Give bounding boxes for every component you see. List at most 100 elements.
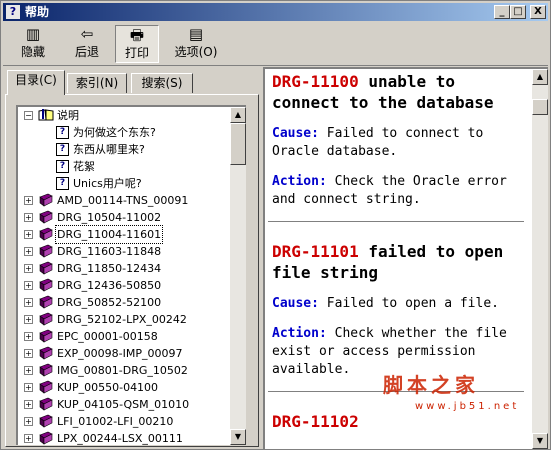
tree-book-item[interactable]: + DRG_11603-11848 [18, 243, 218, 260]
tree-scrollbar[interactable]: ▲ ▼ [230, 107, 246, 445]
scroll-up-icon[interactable]: ▲ [532, 69, 548, 85]
tree-topic-item[interactable]: ? 为何做这个东东? [18, 124, 218, 141]
printer-icon: 🖶 [129, 26, 145, 44]
tree-book-item[interactable]: + DRG_12436-50850 [18, 277, 218, 294]
tab-search[interactable]: 搜索(S) [131, 73, 193, 93]
expand-icon[interactable]: + [24, 230, 33, 239]
expand-icon[interactable]: + [24, 298, 33, 307]
expand-icon[interactable]: + [24, 264, 33, 273]
back-arrow-icon: ⇦ [80, 25, 94, 43]
closed-book-icon [38, 261, 54, 275]
tree-book-label: DRG_11603-11848 [57, 245, 162, 258]
tree-book-item[interactable]: + LPX_00244-LSX_00111 [18, 430, 218, 445]
tree-book-label: DRG_10504-11002 [57, 211, 162, 224]
tree-book-item[interactable]: + DRG_10504-11002 [18, 209, 218, 226]
tab-panel: − 说明? 为何做这个东东? ? 东西从哪里来?? 花絮? Unics用户呢? + AMD_00… [5, 94, 259, 447]
watermark-url: www.jb51.net [415, 401, 520, 412]
hide-label: 隐藏 [20, 45, 45, 59]
minimize-button[interactable]: _ [494, 5, 510, 19]
closed-book-icon [38, 295, 54, 309]
closed-book-icon [38, 329, 54, 343]
closed-book-icon [38, 380, 54, 394]
expand-icon[interactable]: + [24, 366, 33, 375]
expand-icon[interactable]: + [24, 349, 33, 358]
tree-book-item[interactable]: + LFI_01002-LFI_00210 [18, 413, 218, 430]
expand-icon[interactable]: + [24, 332, 33, 341]
scroll-thumb[interactable] [230, 123, 246, 165]
collapse-icon[interactable]: − [24, 111, 33, 120]
tree-book-label: AMD_00114-TNS_00091 [57, 194, 189, 207]
action-paragraph: Action: Check the Oracle error and conne… [272, 173, 528, 209]
tree-book-label: IMG_00801-DRG_10502 [57, 364, 188, 377]
tree-book-item[interactable]: + DRG_11850-12434 [18, 260, 218, 277]
print-label: 打印 [124, 46, 149, 60]
tree-topic-item[interactable]: ? Unics用户呢? [18, 175, 218, 192]
tree-book-item[interactable]: + AMD_00114-TNS_00091 [18, 192, 218, 209]
cause-label: Cause: [272, 296, 319, 311]
scroll-down-icon[interactable]: ▼ [532, 433, 548, 449]
closed-book-icon [38, 363, 54, 377]
open-book-icon [38, 108, 54, 122]
navigation-pane: 目录(C) 索引(N) 搜索(S) − 说明? 为何做这个东东? ? 东西从哪里来?? 花… [3, 67, 261, 449]
toolbar: ▥ 隐藏 ⇦ 后退 🖶 打印 ▤ 选项(O) [3, 23, 548, 66]
title-bar[interactable]: ? 帮助 _ □ X [3, 3, 548, 21]
options-button[interactable]: ▤ 选项(O) [171, 25, 221, 63]
scroll-thumb[interactable] [532, 99, 548, 115]
expand-icon[interactable]: + [24, 196, 33, 205]
error-heading: DRG-11100 unable to connect to the datab… [272, 71, 528, 113]
cause-paragraph: Cause: Failed to connect to Oracle datab… [272, 125, 528, 161]
closed-book-icon [38, 278, 54, 292]
cause-text: Failed to open a file. [326, 296, 499, 311]
tree-book-label: DRG_11004-11601 [54, 225, 164, 244]
cause-paragraph: Cause: Failed to open a file. [272, 295, 528, 313]
cause-label: Cause: [272, 126, 319, 141]
print-button[interactable]: 🖶 打印 [115, 25, 159, 63]
closed-book-icon [38, 312, 54, 326]
tree-book-item[interactable]: + KUP_00550-04100 [18, 379, 218, 396]
tree-book-item[interactable]: + DRG_52102-LPX_00242 [18, 311, 218, 328]
tree-topic-label: 东西从哪里来? [73, 143, 145, 156]
expand-icon[interactable]: + [24, 434, 33, 443]
error-code: DRG-11101 [272, 242, 359, 261]
tree-book-item[interactable]: + EXP_00098-IMP_00097 [18, 345, 218, 362]
error-heading: DRG-11101 failed to open file string [272, 241, 528, 283]
close-button[interactable]: X [530, 5, 546, 19]
watermark-text: 脚本之家 [383, 373, 479, 397]
tree-root-item[interactable]: − 说明 [18, 107, 218, 124]
tree-book-label: EPC_00001-00158 [57, 330, 158, 343]
expand-icon[interactable]: + [24, 247, 33, 256]
tree-book-label: DRG_12436-50850 [57, 279, 162, 292]
tree-book-label: LFI_01002-LFI_00210 [57, 415, 174, 428]
tree-topic-label: 花絮 [73, 160, 95, 173]
hide-button[interactable]: ▥ 隐藏 [13, 25, 53, 63]
tree-topic-item[interactable]: ? 花絮 [18, 158, 218, 175]
expand-icon[interactable]: + [24, 400, 33, 409]
separator [268, 221, 524, 225]
closed-book-icon [38, 431, 54, 445]
contents-tree[interactable]: − 说明? 为何做这个东东? ? 东西从哪里来?? 花絮? Unics用户呢? + AMD_00… [16, 105, 246, 445]
expand-icon[interactable]: + [24, 383, 33, 392]
tree-book-item[interactable]: + DRG_11004-11601 [18, 225, 218, 244]
expand-icon[interactable]: + [24, 417, 33, 426]
help-book-icon: ? [6, 5, 20, 19]
tab-index[interactable]: 索引(N) [67, 73, 127, 93]
tree-book-item[interactable]: + EPC_00001-00158 [18, 328, 218, 345]
expand-icon[interactable]: + [24, 213, 33, 222]
expand-icon[interactable]: + [24, 281, 33, 290]
tree-book-item[interactable]: + IMG_00801-DRG_10502 [18, 362, 218, 379]
closed-book-icon [38, 210, 54, 224]
tree-book-item[interactable]: + DRG_50852-52100 [18, 294, 218, 311]
scroll-down-icon[interactable]: ▼ [230, 429, 246, 445]
topic-page-icon: ? [56, 126, 69, 139]
scroll-up-icon[interactable]: ▲ [230, 107, 246, 123]
closed-book-icon [38, 346, 54, 360]
expand-icon[interactable]: + [24, 315, 33, 324]
tree-book-item[interactable]: + KUP_04105-QSM_01010 [18, 396, 218, 413]
tree-topic-item[interactable]: ? 东西从哪里来? [18, 141, 218, 158]
tree-book-label: DRG_52102-LPX_00242 [57, 313, 187, 326]
tree-topic-label: 为何做这个东东? [73, 126, 156, 139]
tab-contents[interactable]: 目录(C) [7, 70, 65, 95]
topic-scrollbar[interactable]: ▲ ▼ [532, 69, 548, 449]
maximize-button[interactable]: □ [510, 5, 526, 19]
back-button[interactable]: ⇦ 后退 [67, 25, 107, 63]
